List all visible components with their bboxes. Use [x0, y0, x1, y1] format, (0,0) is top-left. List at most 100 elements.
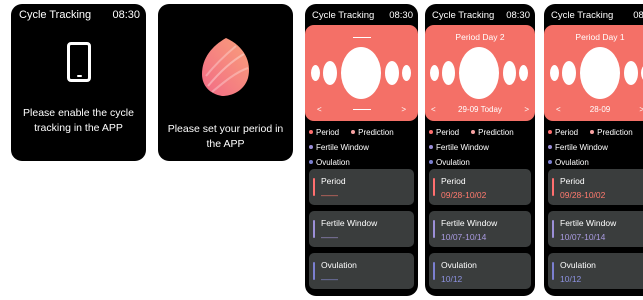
fertile-card[interactable]: Fertile Window 10/07-10/14	[429, 211, 531, 247]
leaf-logo-icon	[202, 38, 250, 96]
day-shape	[402, 65, 411, 81]
ovulation-card[interactable]: Ovulation ——	[309, 253, 414, 289]
selected-day-shape	[580, 47, 620, 99]
date-label	[322, 105, 402, 114]
period-dot	[548, 129, 552, 134]
screen-set-period: Please set your period in the APP	[158, 4, 293, 161]
next-day-button[interactable]: >	[401, 105, 406, 114]
period-bar	[433, 178, 435, 196]
fertile-bar	[552, 220, 554, 238]
legend-label: Fertile Window	[436, 143, 489, 152]
date-nav: < >	[305, 105, 418, 114]
cycle-panel: < >	[305, 25, 418, 121]
period-card[interactable]: Period ——	[309, 169, 414, 205]
legend: Period Prediction Fertile Window Ovulati…	[429, 125, 535, 170]
day-shape	[562, 61, 576, 85]
card-value: ——	[321, 190, 338, 200]
app-title: Cycle Tracking	[432, 10, 495, 21]
fertile-bar	[313, 220, 315, 238]
card-title: Fertile Window	[441, 218, 498, 228]
screen-enable-tracking: Cycle Tracking 08:30 Please enable the c…	[11, 4, 146, 161]
legend-label: Ovulation	[555, 158, 589, 167]
ovulation-dot	[429, 159, 433, 164]
period-dot	[309, 129, 313, 134]
date-nav: < 28-09 >	[544, 105, 643, 114]
next-day-button[interactable]: >	[524, 105, 529, 114]
card-title: Period	[321, 176, 346, 186]
fertile-card[interactable]: Fertile Window ——	[309, 211, 414, 247]
fertile-dot	[429, 144, 433, 149]
period-card[interactable]: Period 09/28-10/02	[548, 169, 643, 205]
next-day-button[interactable]: >	[639, 105, 643, 114]
fertile-card[interactable]: Fertile Window 10/07-10/14	[548, 211, 643, 247]
cycle-panel: Period Day 2 < 29-09 Today >	[425, 25, 535, 121]
ovulation-bar	[433, 262, 435, 280]
day-shape	[430, 65, 439, 81]
fertile-dot	[309, 144, 313, 149]
day-shape	[442, 61, 455, 85]
period-bar	[552, 178, 554, 196]
legend-label: Ovulation	[436, 158, 470, 167]
cycle-panel: Period Day 1 < 28-09 >	[544, 25, 643, 121]
card-title: Fertile Window	[321, 218, 378, 228]
selected-day-shape	[341, 47, 381, 99]
period-bar	[313, 178, 315, 196]
app-title: Cycle Tracking	[312, 10, 375, 21]
screen-cycle-day2: Cycle Tracking 08:30 Period Day 2 < 29-0…	[425, 4, 535, 296]
day-shape	[519, 65, 528, 81]
screen-cycle-empty: Cycle Tracking 08:30 < > Period Predicti…	[305, 4, 418, 296]
card-title: Ovulation	[560, 260, 596, 270]
legend-ovulation: Ovulation	[548, 155, 643, 170]
screen-cycle-day1: Cycle Tracking 08:30 Period Day 1 < 28-0…	[544, 4, 643, 296]
legend-label: Period	[316, 128, 340, 137]
legend-fertile: Fertile Window	[548, 140, 643, 155]
card-value: 10/12	[441, 274, 463, 284]
cycle-shapes	[425, 47, 535, 99]
legend-label: Ovulation	[316, 158, 350, 167]
legend-fertile: Fertile Window	[309, 140, 418, 155]
ovulation-bar	[313, 262, 315, 280]
day-shape	[624, 61, 638, 85]
card-value: ——	[321, 274, 338, 284]
prediction-dot	[590, 129, 595, 134]
cycle-shapes	[305, 47, 418, 99]
clock: 08:30	[633, 10, 643, 21]
day-shape	[385, 61, 399, 85]
period-dot	[429, 129, 433, 134]
card-title: Period	[441, 176, 466, 186]
legend: Period Prediction Fertile Window Ovulati…	[309, 125, 418, 170]
cycle-shapes	[544, 47, 643, 99]
panel-header: Period Day 2	[455, 32, 505, 42]
legend-label: Fertile Window	[555, 143, 608, 152]
legend-period: Period	[429, 125, 459, 140]
fertile-dot	[548, 144, 552, 149]
date-label: 29-09 Today	[458, 105, 502, 114]
legend-ovulation: Ovulation	[429, 155, 535, 170]
legend-prediction: Prediction	[471, 125, 514, 140]
header-placeholder-dash	[352, 37, 371, 39]
status-bar: Cycle Tracking 08:30	[551, 10, 643, 24]
legend-period: Period	[548, 125, 578, 140]
set-period-message: Please set your period in the APP	[167, 123, 284, 150]
selected-day-shape	[459, 47, 499, 99]
legend-label: Period	[555, 128, 579, 137]
legend-ovulation: Ovulation	[309, 155, 418, 170]
ovulation-card[interactable]: Ovulation 10/12	[429, 253, 531, 289]
clock: 08:30	[112, 9, 140, 21]
ovulation-card[interactable]: Ovulation 10/12	[548, 253, 643, 289]
legend: Period Prediction Fertile Window Ovulati…	[548, 125, 643, 170]
clock: 08:30	[389, 10, 413, 21]
card-value: ——	[321, 232, 338, 242]
prediction-dot	[471, 129, 476, 134]
day-shape	[503, 61, 516, 85]
period-card[interactable]: Period 09/28-10/02	[429, 169, 531, 205]
date-placeholder-dash	[352, 109, 371, 111]
status-bar: Cycle Tracking 08:30	[432, 10, 530, 24]
day-shape	[550, 65, 559, 81]
card-value: 10/12	[560, 274, 582, 284]
enable-message: Please enable the cycle tracking in the …	[23, 107, 134, 134]
legend-period: Period	[309, 125, 339, 140]
card-title: Fertile Window	[560, 218, 617, 228]
legend-label: Prediction	[597, 128, 633, 137]
app-title: Cycle Tracking	[19, 9, 92, 21]
